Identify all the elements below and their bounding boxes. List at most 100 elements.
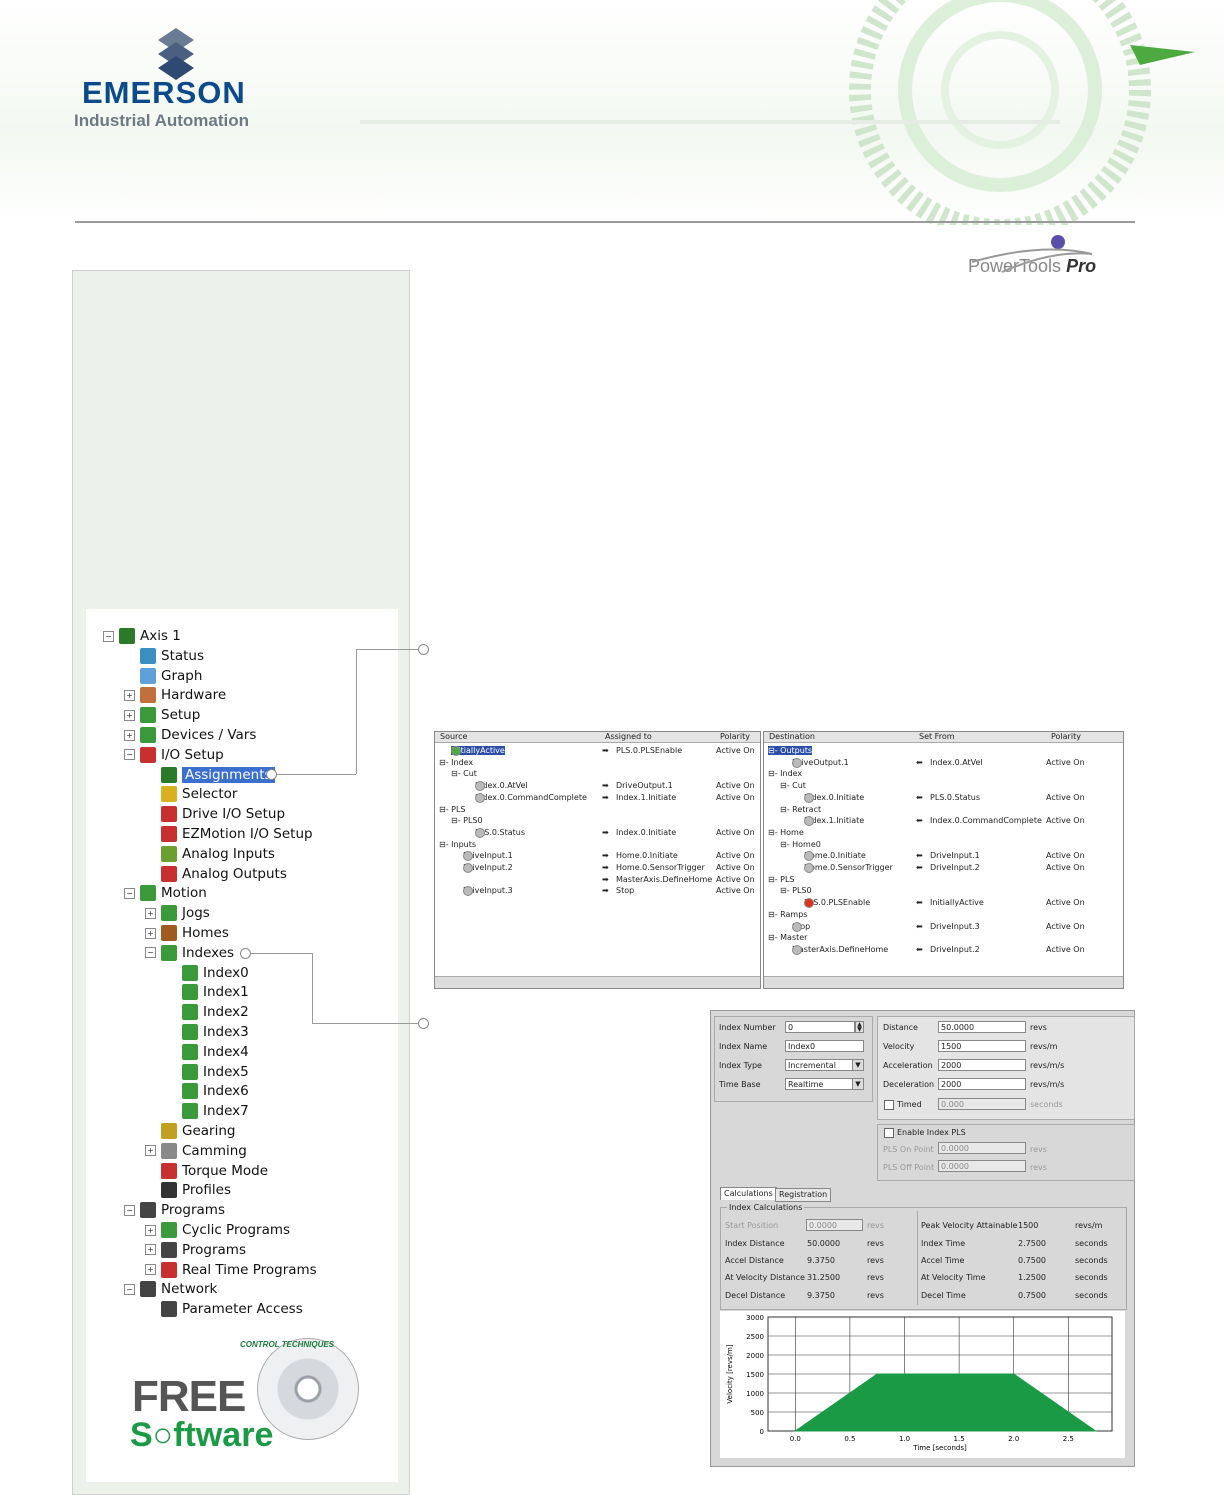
- source-row[interactable]: ⊟- Inputs: [435, 840, 760, 851]
- source-row[interactable]: InitiallyActive ➡ PLS.0.PLSEnable Active On: [435, 746, 760, 757]
- source-row[interactable]: ➡ MasterAxis.DefineHome Active On: [435, 875, 760, 886]
- tree-item-ezmotion-i-o-setup[interactable]: EZMotion I/O Setup: [145, 825, 313, 843]
- source-row[interactable]: PLS.0.Status ➡ Index.0.Initiate Active On: [435, 827, 760, 839]
- horizontal-scrollbar[interactable]: [435, 976, 760, 988]
- acceleration-field[interactable]: 2000: [938, 1059, 1026, 1071]
- collapse-icon[interactable]: −: [124, 1204, 135, 1216]
- tree-item-index6[interactable]: Index6: [166, 1082, 249, 1100]
- tree-item-index1[interactable]: Index1: [166, 983, 249, 1001]
- deceleration-field[interactable]: 2000: [938, 1078, 1026, 1090]
- destination-row[interactable]: Index.1.Initiate ⬅ Index.0.CommandComplete…: [764, 816, 1123, 827]
- tree-item-index2[interactable]: Index2: [166, 1003, 249, 1021]
- tree-item-profiles[interactable]: Profiles: [145, 1181, 231, 1199]
- chevron-down-icon[interactable]: ▼: [852, 1078, 864, 1090]
- tree-item-cyclic-programs[interactable]: + Cyclic Programs: [145, 1221, 290, 1239]
- start-position-field[interactable]: 0.0000: [806, 1219, 863, 1231]
- index-number-field[interactable]: 0: [785, 1021, 855, 1033]
- enable-index-pls-checkbox[interactable]: [884, 1128, 894, 1138]
- destination-row[interactable]: Stop ⬅ DriveInput.3 Active On: [764, 921, 1123, 933]
- source-row[interactable]: DriveInput.3 ➡ Stop Active On: [435, 886, 760, 897]
- tree-item-selector[interactable]: Selector: [145, 785, 237, 803]
- tree-item-homes[interactable]: + Homes: [145, 924, 229, 942]
- timed-field[interactable]: 0.000: [938, 1098, 1026, 1110]
- destination-row[interactable]: ⊟- Outputs: [764, 746, 1123, 757]
- destination-row[interactable]: ⊟- Ramps: [764, 910, 1123, 921]
- expand-icon[interactable]: +: [124, 729, 135, 741]
- tree-item-hardware[interactable]: + Hardware: [124, 686, 226, 704]
- source-row[interactable]: ⊟- Cut: [435, 769, 760, 780]
- source-row[interactable]: ⊟- PLS0: [435, 816, 760, 827]
- tree-item-analog-outputs[interactable]: Analog Outputs: [145, 865, 287, 883]
- tree-item-gearing[interactable]: Gearing: [145, 1122, 235, 1140]
- tree-item-jogs[interactable]: + Jogs: [145, 904, 210, 922]
- destination-row[interactable]: PLS.0.PLSEnable ⬅ InitiallyActive Active On: [764, 898, 1123, 909]
- tree-item-parameter-access[interactable]: Parameter Access: [145, 1300, 303, 1318]
- collapse-icon[interactable]: −: [124, 749, 135, 761]
- tree-item-network[interactable]: − Network: [124, 1280, 217, 1298]
- destination-row[interactable]: Home.0.Initiate ⬅ DriveInput.1 Active On: [764, 851, 1123, 862]
- source-row[interactable]: DriveInput.2 ➡ Home.0.SensorTrigger Active …: [435, 863, 760, 874]
- tree-item-index5[interactable]: Index5: [166, 1063, 249, 1081]
- tree-item-axis-1[interactable]: − Axis 1: [103, 627, 181, 645]
- expand-icon[interactable]: +: [145, 1224, 156, 1236]
- tree-item-index4[interactable]: Index4: [166, 1043, 249, 1061]
- destination-row[interactable]: ⊟- Retract: [764, 805, 1123, 816]
- destination-row[interactable]: ⊟- Home: [764, 828, 1123, 839]
- tree-item-programs[interactable]: + Programs: [145, 1241, 246, 1259]
- destination-row[interactable]: ⊟- Cut: [764, 781, 1123, 792]
- column-header-set-from[interactable]: Set From: [919, 732, 955, 741]
- column-header-polarity[interactable]: Polarity: [720, 732, 750, 741]
- source-row[interactable]: ⊟- PLS: [435, 805, 760, 816]
- destination-row[interactable]: ⊟- Index: [764, 769, 1123, 780]
- distance-field[interactable]: 50.0000: [938, 1021, 1026, 1033]
- chevron-down-icon[interactable]: ▼: [852, 1059, 864, 1071]
- expand-icon[interactable]: +: [145, 1244, 156, 1256]
- tab-registration[interactable]: Registration: [775, 1188, 832, 1202]
- tree-item-index7[interactable]: Index7: [166, 1102, 249, 1120]
- tree-item-indexes[interactable]: − Indexes: [145, 944, 234, 962]
- tree-item-index3[interactable]: Index3: [166, 1023, 249, 1041]
- pls-off-point-field[interactable]: 0.0000: [938, 1160, 1026, 1172]
- timed-checkbox[interactable]: [884, 1100, 894, 1110]
- expand-icon[interactable]: +: [145, 927, 156, 939]
- tree-item-i-o-setup[interactable]: − I/O Setup: [124, 746, 224, 764]
- tree-item-motion[interactable]: − Motion: [124, 884, 207, 902]
- collapse-icon[interactable]: −: [124, 1283, 135, 1295]
- tree-item-setup[interactable]: + Setup: [124, 706, 200, 724]
- source-row[interactable]: Index.0.CommandComplete ➡ Index.1.Initiate…: [435, 792, 760, 804]
- tree-item-assignments[interactable]: Assignments: [145, 766, 275, 784]
- destination-row[interactable]: MasterAxis.DefineHome ⬅ DriveInput.2 Active…: [764, 944, 1123, 956]
- tree-item-analog-inputs[interactable]: Analog Inputs: [145, 845, 275, 863]
- destination-row[interactable]: ⊟- Master: [764, 933, 1123, 944]
- tree-item-camming[interactable]: + Camming: [145, 1142, 247, 1160]
- index-name-field[interactable]: Index0: [785, 1040, 864, 1052]
- tree-item-status[interactable]: Status: [124, 647, 204, 665]
- collapse-icon[interactable]: −: [103, 630, 114, 642]
- expand-icon[interactable]: +: [124, 689, 135, 701]
- collapse-icon[interactable]: −: [124, 887, 135, 899]
- index-number-spinner[interactable]: ▲ ▼: [855, 1021, 864, 1033]
- destination-row[interactable]: ⊟- Home0: [764, 840, 1123, 851]
- destination-row[interactable]: ⊟- PLS: [764, 875, 1123, 886]
- assignments-source-pane[interactable]: Source Assigned to Polarity InitiallyAct…: [434, 731, 761, 989]
- destination-row[interactable]: DriveOutput.1 ⬅ Index.0.AtVel Active On: [764, 757, 1123, 769]
- tree-item-real-time-programs[interactable]: + Real Time Programs: [145, 1261, 317, 1279]
- horizontal-scrollbar[interactable]: [764, 976, 1123, 988]
- pls-on-point-field[interactable]: 0.0000: [938, 1142, 1026, 1154]
- source-row[interactable]: DriveInput.1 ➡ Home.0.Initiate Active On: [435, 851, 760, 862]
- collapse-icon[interactable]: −: [145, 947, 156, 959]
- tree-item-devices-vars[interactable]: + Devices / Vars: [124, 726, 256, 744]
- expand-icon[interactable]: +: [145, 907, 156, 919]
- expand-icon[interactable]: +: [145, 1264, 156, 1276]
- destination-row[interactable]: Home.0.SensorTrigger ⬅ DriveInput.2 Active …: [764, 863, 1123, 874]
- source-row[interactable]: ⊟- Index: [435, 758, 760, 769]
- tree-item-programs[interactable]: − Programs: [124, 1201, 225, 1219]
- column-header-polarity[interactable]: Polarity: [1051, 732, 1081, 741]
- expand-icon[interactable]: +: [145, 1145, 156, 1157]
- destination-row[interactable]: ⊟- PLS0: [764, 886, 1123, 897]
- expand-icon[interactable]: +: [124, 709, 135, 721]
- tree-item-graph[interactable]: Graph: [124, 667, 202, 685]
- column-header-source[interactable]: Source: [440, 732, 467, 741]
- tree-item-drive-i-o-setup[interactable]: Drive I/O Setup: [145, 805, 285, 823]
- assignments-destination-pane[interactable]: Destination Set From Polarity ⊟- Outputs…: [763, 731, 1124, 989]
